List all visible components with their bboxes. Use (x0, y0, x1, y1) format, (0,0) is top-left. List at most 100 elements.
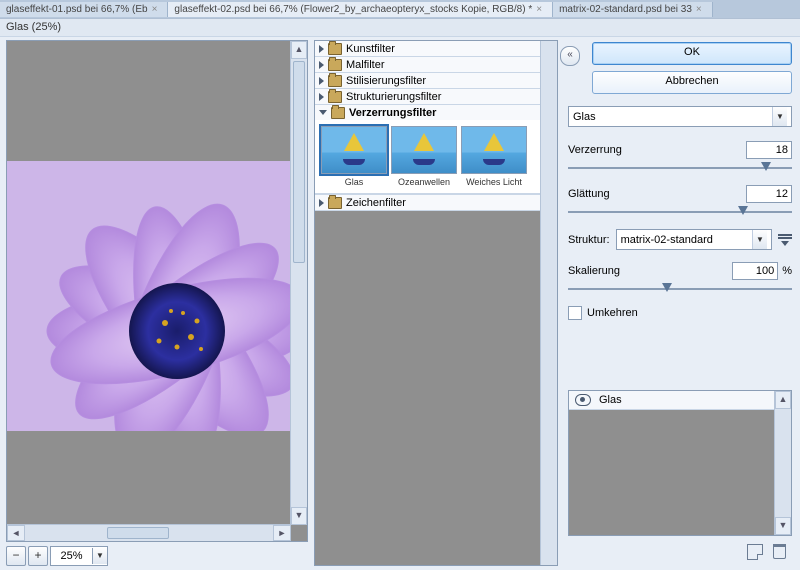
scroll-up-icon[interactable]: ▲ (775, 391, 791, 409)
trash-icon[interactable] (773, 544, 786, 559)
category-label: Kunstfilter (346, 43, 395, 55)
preview-zoom-controls: − + 25% ▼ (6, 546, 308, 566)
slider-knob[interactable] (738, 206, 748, 215)
tab-label: glaseffekt-02.psd bei 66,7% (Flower2_by_… (174, 4, 532, 15)
close-icon[interactable]: × (696, 4, 702, 15)
checkbox-label: Umkehren (587, 307, 638, 319)
thumbnail-label: Weiches Licht (461, 177, 527, 187)
texture-menu-icon[interactable] (778, 234, 792, 246)
app-root: glaseffekt-01.psd bei 66,7% (Eb × glasef… (0, 0, 800, 570)
glaettung-slider[interactable] (568, 205, 792, 219)
category-label: Strukturierungsfilter (346, 91, 441, 103)
close-icon[interactable]: × (152, 4, 158, 15)
settings-pane: « OK Abbrechen Glas ▼ Verzerrung 18 Glät… (560, 36, 800, 570)
folder-icon (328, 91, 342, 103)
stack-scrollbar[interactable]: ▲ ▼ (774, 391, 791, 535)
category-malfilter[interactable]: Malfilter (315, 57, 557, 73)
scroll-thumb[interactable] (293, 61, 305, 263)
document-tab[interactable]: matrix-02-standard.psd bei 33 × (553, 2, 713, 17)
scroll-up-icon[interactable]: ▲ (291, 41, 307, 59)
zoom-level-select[interactable]: 25% ▼ (50, 546, 108, 566)
ok-button[interactable]: OK (592, 42, 792, 65)
new-effect-layer-icon[interactable] (747, 544, 763, 560)
scroll-down-icon[interactable]: ▼ (775, 517, 791, 535)
thumbnail-label: Glas (321, 177, 387, 187)
preview-frame: ▲ ▼ ◄ ► (6, 40, 308, 542)
filter-thumb-weiches-licht[interactable]: Weiches Licht (461, 126, 527, 187)
filter-gallery-dialog: Glas (25%) (0, 18, 800, 570)
checkbox-box[interactable] (568, 306, 582, 320)
collapse-button[interactable]: « (560, 46, 580, 66)
triangle-right-icon (319, 77, 324, 85)
thumbnail-image (391, 126, 457, 174)
cancel-button[interactable]: Abbrechen (592, 71, 792, 94)
param-label: Skalierung (568, 265, 732, 277)
filter-thumbnails: Glas Ozeanwellen Weiches Licht (315, 120, 557, 193)
filter-thumb-ozeanwellen[interactable]: Ozeanwellen (391, 126, 457, 187)
select-value: matrix-02-standard (621, 234, 713, 246)
skalierung-input[interactable]: 100 (732, 262, 778, 280)
slider-knob[interactable] (662, 283, 672, 292)
preview-pane: ▲ ▼ ◄ ► − + 25% ▼ (0, 36, 312, 570)
document-tab[interactable]: glaseffekt-02.psd bei 66,7% (Flower2_by_… (168, 2, 553, 17)
filter-thumb-glas[interactable]: Glas (321, 126, 387, 187)
skalierung-slider[interactable] (568, 282, 792, 296)
filter-scrollbar-vertical[interactable] (540, 41, 557, 565)
effect-name: Glas (599, 394, 622, 406)
struktur-select[interactable]: matrix-02-standard ▼ (616, 229, 772, 250)
visibility-eye-icon[interactable] (575, 394, 591, 406)
verzerrung-input[interactable]: 18 (746, 141, 792, 159)
folder-icon (331, 107, 345, 119)
document-tab[interactable]: glaseffekt-01.psd bei 66,7% (Eb × (0, 2, 168, 17)
category-stilisierungsfilter[interactable]: Stilisierungsfilter (315, 73, 557, 89)
folder-icon (328, 75, 342, 87)
chevron-down-icon[interactable]: ▼ (92, 548, 107, 564)
dialog-title: Glas (25%) (0, 19, 800, 37)
scroll-left-icon[interactable]: ◄ (7, 525, 25, 541)
triangle-right-icon (319, 61, 324, 69)
category-label: Zeichenfilter (346, 197, 406, 209)
close-icon[interactable]: × (536, 4, 542, 15)
umkehren-checkbox[interactable]: Umkehren (568, 306, 792, 320)
category-strukturierungsfilter[interactable]: Strukturierungsfilter (315, 89, 557, 105)
preview-scrollbar-vertical[interactable]: ▲ ▼ (290, 41, 307, 525)
zoom-out-button[interactable]: − (6, 546, 26, 566)
folder-icon (328, 197, 342, 209)
preview-canvas[interactable] (7, 41, 291, 525)
triangle-right-icon (319, 199, 324, 207)
param-label: Glättung (568, 188, 746, 200)
category-label: Stilisierungsfilter (346, 75, 426, 87)
zoom-value: 25% (51, 550, 92, 562)
filter-categories-frame: Kunstfilter Malfilter Stilisierungsfilte… (314, 40, 558, 566)
scroll-down-icon[interactable]: ▼ (291, 507, 307, 525)
preview-scrollbar-horizontal[interactable]: ◄ ► (7, 524, 291, 541)
category-kunstfilter[interactable]: Kunstfilter (315, 41, 557, 57)
category-label: Verzerrungsfilter (349, 107, 436, 119)
filter-categories-pane: Kunstfilter Malfilter Stilisierungsfilte… (312, 36, 560, 570)
glaettung-input[interactable]: 12 (746, 185, 792, 203)
verzerrung-slider[interactable] (568, 161, 792, 175)
filter-type-select[interactable]: Glas ▼ (568, 106, 792, 127)
triangle-down-icon (319, 110, 327, 115)
param-verzerrung: Verzerrung 18 (568, 141, 792, 159)
thumbnail-label: Ozeanwellen (391, 177, 457, 187)
chevron-down-icon: ▼ (772, 107, 787, 126)
stack-action-icons (747, 544, 786, 560)
folder-icon (328, 43, 342, 55)
thumbnail-image (321, 126, 387, 174)
filter-category-list: Kunstfilter Malfilter Stilisierungsfilte… (315, 41, 557, 211)
chevron-down-icon: ▼ (752, 230, 767, 249)
param-glaettung: Glättung 12 (568, 185, 792, 203)
folder-icon (328, 59, 342, 71)
scroll-thumb[interactable] (107, 527, 169, 539)
category-verzerrungsfilter[interactable]: Verzerrungsfilter Glas Ozeanwellen (315, 105, 557, 194)
scroll-right-icon[interactable]: ► (273, 525, 291, 541)
category-zeichenfilter[interactable]: Zeichenfilter (315, 194, 557, 211)
triangle-right-icon (319, 93, 324, 101)
effect-stack-row[interactable]: Glas (569, 391, 791, 410)
param-label: Struktur: (568, 234, 610, 246)
zoom-in-button[interactable]: + (28, 546, 48, 566)
percent-label: % (782, 265, 792, 277)
param-struktur: Struktur: matrix-02-standard ▼ (568, 229, 792, 250)
slider-knob[interactable] (761, 162, 771, 171)
